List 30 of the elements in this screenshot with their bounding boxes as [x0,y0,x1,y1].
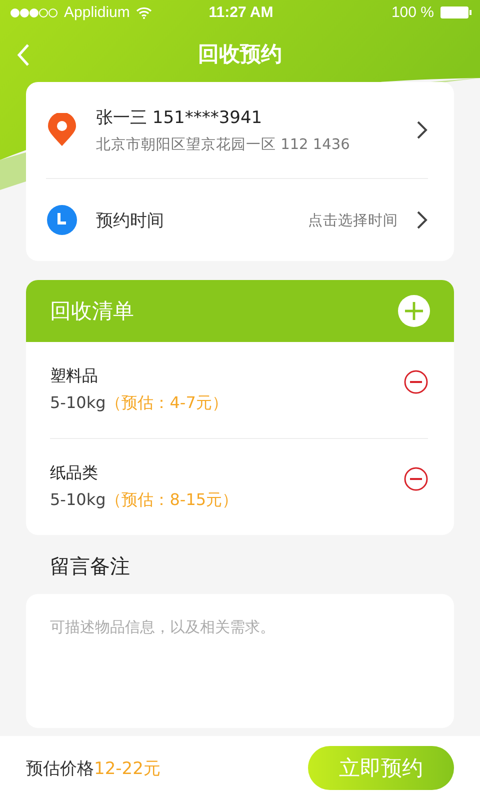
item-weight: 5-10kg [50,490,106,509]
item-name: 塑料品 [50,366,99,387]
item-estimate: （预估：8-15元） [106,490,238,509]
carrier-name: Applidium [64,4,130,21]
contact-name-phone: 张一三 151****3941 [96,107,264,129]
battery-percent: 100 % [391,4,434,21]
address-text: 北京市朝阳区望京花园一区 112 1436 [96,136,351,154]
remove-button[interactable] [404,467,428,491]
status-time: 11:27 AM [208,4,274,21]
notes-field[interactable]: 可描述物品信息，以及相关需求。 [26,594,454,728]
item-name: 纸品类 [50,463,99,484]
location-pin-icon [46,113,78,147]
remove-button[interactable] [404,370,428,394]
signal-icon [10,8,58,18]
appointment-value: 点击选择时间 [308,212,398,230]
appointment-time-row[interactable]: 预约时间 点击选择时间 [46,179,428,261]
chevron-right-icon [416,210,428,230]
price-value: 12-22元 [94,758,160,778]
item-weight: 5-10kg [50,393,106,412]
item-estimate: （预估：4-7元） [106,393,228,412]
page-title: 回收预约 [198,40,282,68]
notes-title: 留言备注 [50,553,131,580]
list-title: 回收清单 [50,298,134,325]
address-row[interactable]: 张一三 151****3941 北京市朝阳区望京花园一区 112 1436 [46,82,428,179]
wifi-icon [136,6,152,18]
price-label: 预估价格 [26,758,94,778]
clock-icon [46,204,78,236]
appointment-label: 预约时间 [96,210,165,232]
battery-icon [440,6,472,19]
chevron-right-icon [416,120,428,140]
